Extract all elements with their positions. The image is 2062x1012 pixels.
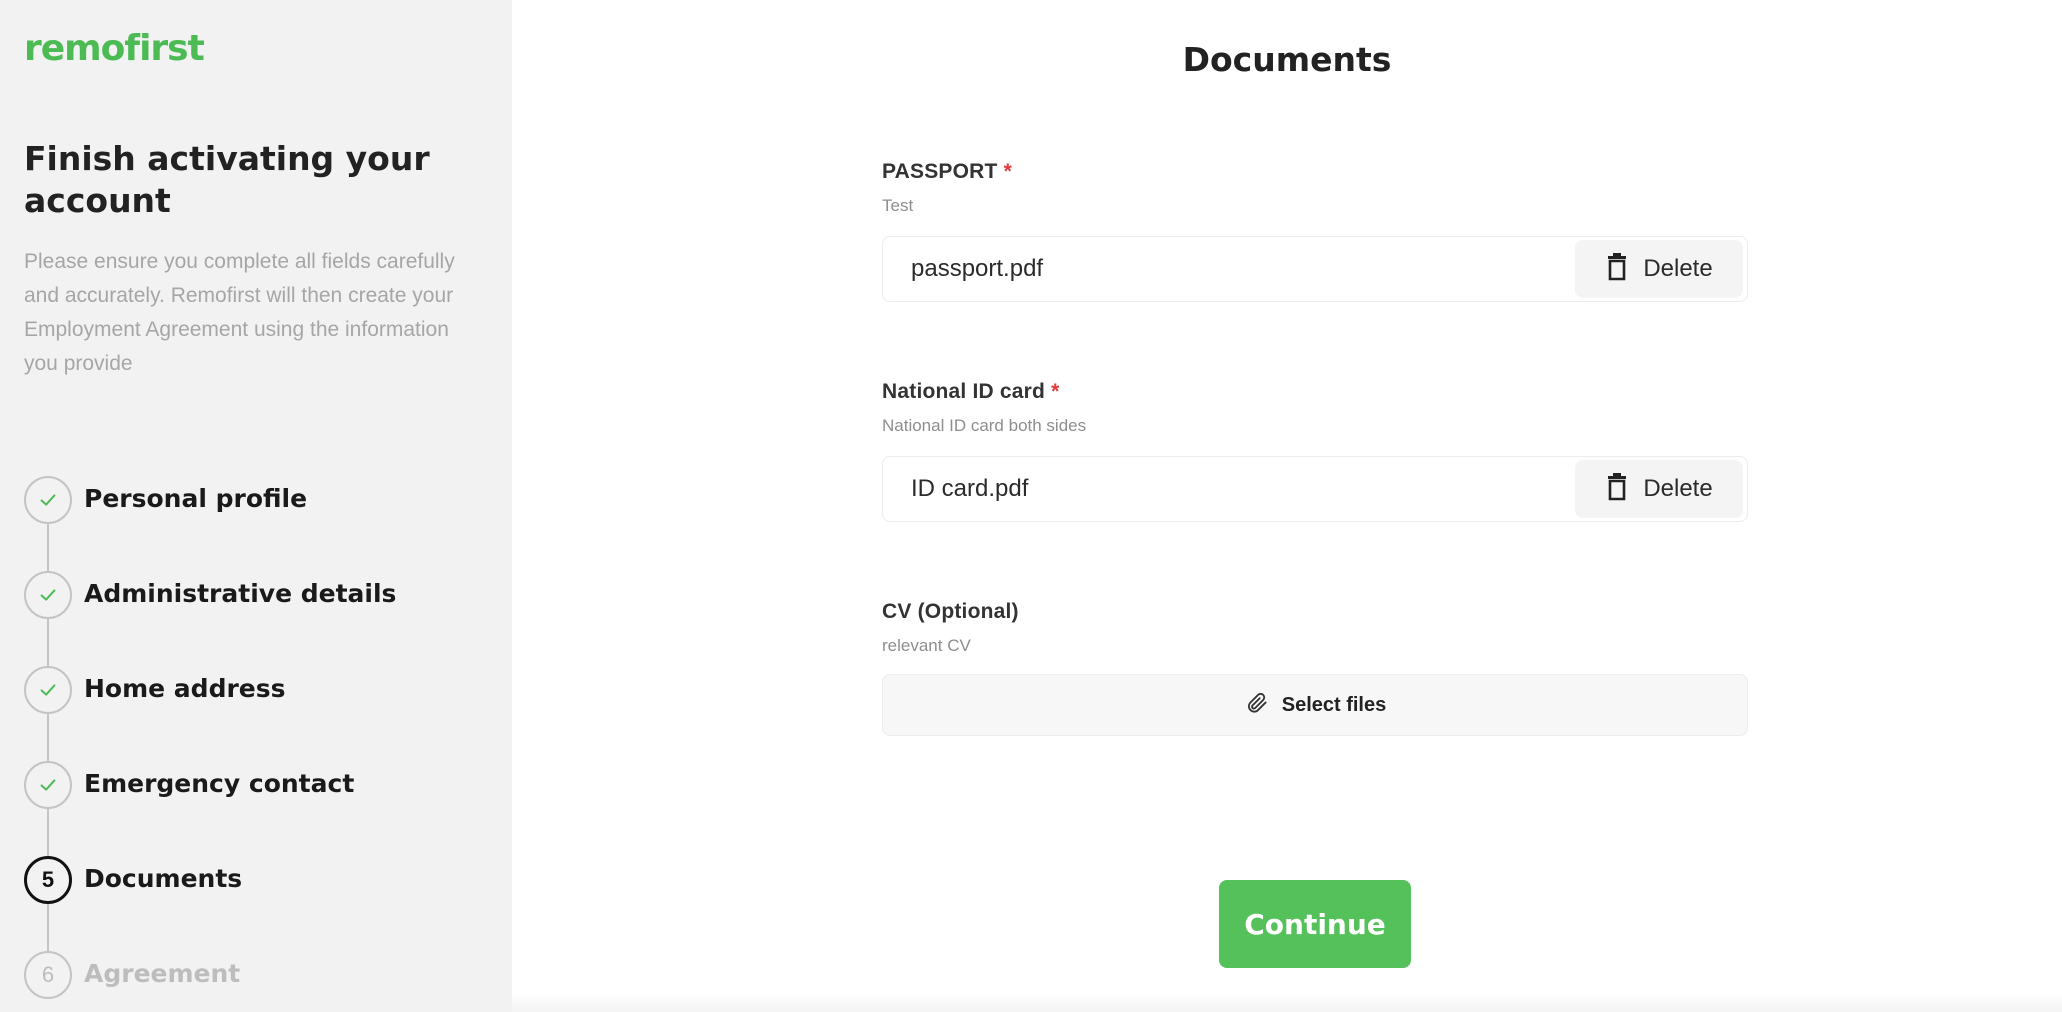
select-files-label: Select files — [1281, 693, 1387, 716]
bottom-shadow — [512, 994, 2062, 1012]
stepper: Personal profile Administrative details … — [24, 476, 484, 1012]
step-documents[interactable]: 5 Documents — [24, 856, 484, 951]
sidebar: remofirst Finish activating your account… — [0, 0, 512, 1012]
field-hint: National ID card both sides — [882, 416, 1087, 435]
check-icon — [24, 761, 72, 809]
check-icon — [24, 571, 72, 619]
delete-button[interactable]: Delete — [1575, 240, 1743, 298]
file-name[interactable]: passport.pdf — [911, 255, 1043, 283]
file-name[interactable]: ID card.pdf — [911, 475, 1028, 503]
field-label: CV (Optional) — [882, 600, 1019, 623]
field-label: PASSPORT — [882, 160, 998, 183]
required-asterisk: * — [1003, 160, 1012, 183]
remofirst-logo[interactable]: remofirst — [24, 28, 205, 69]
uploaded-file: passport.pdf Delete — [882, 236, 1748, 302]
trash-icon — [1605, 472, 1629, 506]
field-label: National ID card — [882, 380, 1046, 403]
page-title: Documents — [1182, 40, 1392, 79]
step-label: Emergency contact — [84, 769, 355, 798]
step-label: Documents — [84, 864, 243, 893]
paperclip-icon — [1244, 690, 1270, 721]
passport-field: PASSPORT * Test passport.pdf Delete — [882, 160, 1748, 302]
step-connector — [47, 809, 49, 856]
step-connector — [47, 904, 49, 951]
select-files-button[interactable]: Select files — [882, 674, 1748, 736]
step-label: Administrative details — [84, 579, 397, 608]
field-hint: relevant CV — [882, 636, 971, 655]
check-icon — [24, 476, 72, 524]
continue-button[interactable]: Continue — [1219, 880, 1411, 968]
delete-button[interactable]: Delete — [1575, 460, 1743, 518]
step-label: Agreement — [84, 959, 241, 988]
step-label: Home address — [84, 674, 286, 703]
check-icon — [24, 666, 72, 714]
step-home-address[interactable]: Home address — [24, 666, 484, 761]
sidebar-description: Please ensure you complete all fields ca… — [24, 250, 455, 375]
step-personal-profile[interactable]: Personal profile — [24, 476, 484, 571]
step-connector — [47, 714, 49, 761]
step-number: 5 — [24, 856, 72, 904]
step-number: 6 — [24, 951, 72, 999]
delete-label: Delete — [1643, 475, 1713, 502]
trash-icon — [1605, 252, 1629, 286]
step-agreement[interactable]: 6 Agreement — [24, 951, 484, 1012]
cv-field: CV (Optional) relevant CV Select files — [882, 600, 1748, 736]
step-emergency-contact[interactable]: Emergency contact — [24, 761, 484, 856]
uploaded-file: ID card.pdf Delete — [882, 456, 1748, 522]
national-id-field: National ID card * National ID card both … — [882, 380, 1748, 522]
sidebar-title: Finish activating your account — [24, 139, 430, 220]
required-asterisk: * — [1051, 380, 1060, 403]
field-hint: Test — [882, 196, 914, 215]
step-connector — [47, 619, 49, 666]
main-content: Documents PASSPORT * Test passport.pdf De… — [512, 0, 2062, 1012]
step-administrative-details[interactable]: Administrative details — [24, 571, 484, 666]
page: remofirst Finish activating your account… — [0, 0, 2062, 1012]
step-connector — [47, 524, 49, 571]
delete-label: Delete — [1643, 255, 1713, 282]
step-label: Personal profile — [84, 484, 308, 513]
